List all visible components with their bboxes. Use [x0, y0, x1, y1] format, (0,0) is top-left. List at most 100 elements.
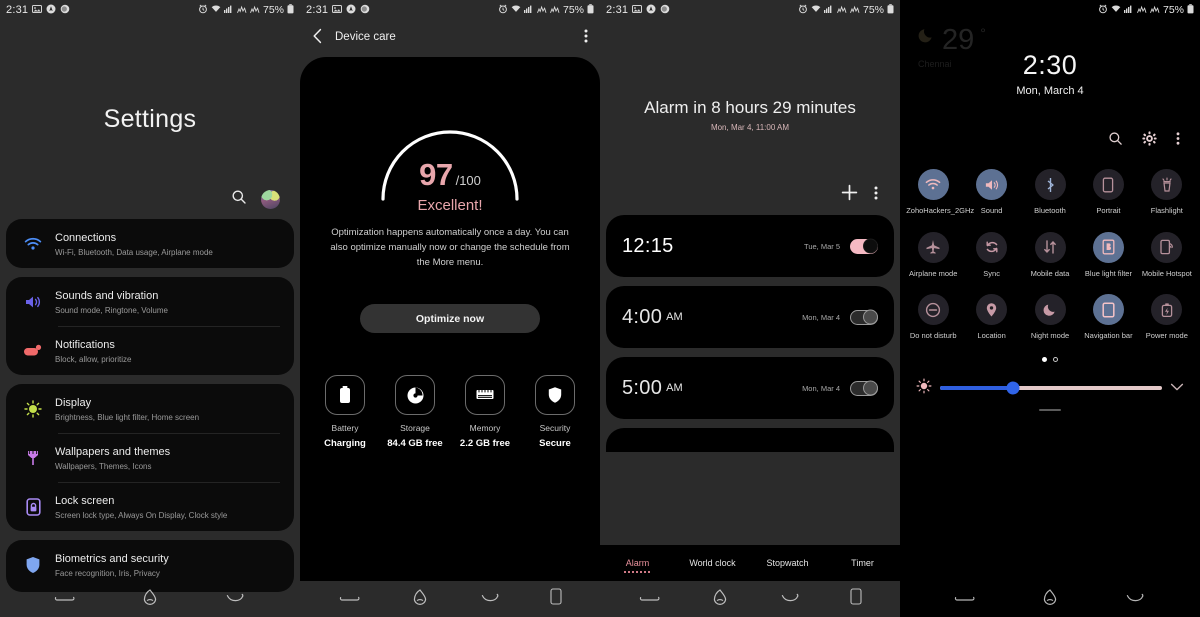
gear-icon[interactable]	[1142, 131, 1157, 151]
qs-toggle-sound[interactable]: Sound	[962, 169, 1020, 216]
device-care-score-label: Excellent!	[417, 197, 483, 214]
status-bar-left: 2:31	[606, 4, 670, 17]
back-icon[interactable]	[479, 590, 501, 609]
settings-item-subtitle: Sound mode, Ringtone, Volume	[55, 306, 168, 315]
tile-storage[interactable]: Storage 84.4 GB free	[380, 375, 450, 449]
alarm-toggle[interactable]	[850, 309, 878, 325]
recents-icon[interactable]	[954, 590, 976, 609]
signal-bars-icon	[1137, 4, 1147, 17]
rotation-icon	[1092, 169, 1124, 200]
back-chevron-icon[interactable]	[312, 28, 323, 47]
alarm-list-item[interactable]: 4:00 AM Mon, Mar 4	[606, 286, 894, 348]
search-icon[interactable]	[231, 189, 247, 210]
alarm-time: 5:00	[622, 376, 663, 399]
qs-toggle-night-mode[interactable]: Night mode	[1021, 294, 1079, 341]
tab-world-clock[interactable]: World clock	[675, 558, 750, 568]
signal-bars-icon	[537, 4, 547, 17]
hotspot-icon	[1151, 231, 1183, 263]
alarm-headline: Alarm in 8 hours 29 minutes	[644, 98, 856, 117]
brightness-slider[interactable]	[940, 381, 1162, 395]
qs-toggle-navigation-bar[interactable]: Navigation bar	[1079, 294, 1137, 341]
plus-icon[interactable]	[841, 184, 858, 206]
sidebar-item-connections[interactable]: Connections Wi-Fi, Bluetooth, Data usage…	[6, 219, 294, 268]
recents-icon[interactable]	[339, 590, 361, 609]
device-care-score-denominator: /100	[455, 173, 481, 188]
qs-toggle-do-not-disturb[interactable]: Do not disturb	[904, 294, 962, 341]
signal-bars2-icon	[550, 4, 560, 17]
phone-icon[interactable]	[549, 588, 562, 610]
signal-bars-icon	[237, 4, 247, 17]
home-icon[interactable]	[410, 588, 430, 611]
tile-battery[interactable]: Battery Charging	[310, 375, 380, 449]
home-icon[interactable]	[710, 588, 730, 611]
more-vertical-icon[interactable]	[1176, 131, 1180, 151]
recents-icon[interactable]	[54, 590, 76, 609]
profile-avatar[interactable]	[261, 190, 280, 209]
sidebar-item-notifications[interactable]: Notifications Block, allow, prioritize	[6, 326, 294, 375]
tile-label: Storage	[400, 423, 430, 433]
alarm-day: Mon, Mar 4	[802, 383, 840, 393]
brightness-slider-knob[interactable]	[1006, 381, 1020, 395]
sim-signal-icon	[1123, 4, 1134, 17]
qs-toggle-mobile-hotspot[interactable]: Mobile Hotspot	[1138, 231, 1196, 279]
alarm-toggle[interactable]	[850, 238, 878, 254]
wifi-icon	[211, 4, 221, 17]
sidebar-item-sounds-and-vibration[interactable]: Sounds and vibration Sound mode, Rington…	[6, 277, 294, 326]
qs-toggle-label: Mobile Hotspot	[1141, 268, 1192, 278]
alarm-day: Tue, Mar 5	[804, 241, 840, 251]
optimize-now-button[interactable]: Optimize now	[360, 304, 540, 333]
recents-icon[interactable]	[639, 590, 661, 609]
back-icon[interactable]	[1124, 590, 1146, 609]
page-dot[interactable]	[1053, 356, 1058, 362]
home-icon[interactable]	[140, 588, 160, 611]
phone-icon[interactable]	[849, 588, 862, 610]
tab-alarm[interactable]: Alarm	[600, 558, 675, 568]
sidebar-item-display[interactable]: Display Brightness, Blue light filter, H…	[6, 384, 294, 433]
navigation-bar	[300, 581, 600, 617]
back-icon[interactable]	[779, 590, 801, 609]
alarm-toggle[interactable]	[850, 380, 878, 396]
back-icon[interactable]	[224, 590, 246, 609]
more-vertical-icon[interactable]	[874, 185, 878, 206]
status-bar: 2:31 75%	[600, 0, 900, 20]
qs-toggle-wifi[interactable]: ZohoHackers_2GHz	[904, 169, 974, 216]
status-bar-right: 75%	[1098, 3, 1194, 17]
tile-memory[interactable]: Memory 2.2 GB free	[450, 375, 520, 449]
qs-toggle-portrait[interactable]: Portrait	[1079, 169, 1137, 216]
tab-timer[interactable]: Timer	[825, 558, 900, 568]
status-time: 2:31	[606, 4, 629, 16]
clock-date: Mon, March 4	[1016, 85, 1084, 97]
sidebar-item-wallpapers-and-themes[interactable]: Wallpapers and themes Wallpapers, Themes…	[6, 433, 294, 482]
tile-security[interactable]: Security Secure	[520, 375, 590, 449]
settings-item-subtitle: Wallpapers, Themes, Icons	[55, 462, 152, 471]
panel-clock: 2:31 75% Alarm in 8 hours 29 minutes Mon…	[600, 0, 900, 617]
settings-item-text: Display Brightness, Blue light filter, H…	[55, 393, 199, 424]
qs-toggle-power-mode[interactable]: Power mode	[1138, 294, 1196, 341]
signal-bars-icon	[837, 4, 847, 17]
qs-toggle-label: Flashlight	[1150, 206, 1183, 215]
alarm-list-item[interactable]: 12:15 AM Tue, Mar 5	[606, 215, 894, 277]
alarm-list-item[interactable]: 5:00 AM Mon, Mar 4	[606, 357, 894, 419]
battery-percent: 75%	[862, 4, 884, 16]
qs-toggle-label: Navigation bar	[1084, 331, 1133, 340]
wifi-icon	[811, 4, 821, 17]
score-text-wrap: 97/100 Excellent!	[375, 157, 525, 214]
page-dot-active[interactable]	[1042, 356, 1047, 362]
more-vertical-icon[interactable]	[584, 28, 588, 47]
qs-toggle-blue-light-filter[interactable]: Blue light filter	[1079, 231, 1137, 279]
qs-toggle-mobile-data[interactable]: Mobile data	[1021, 231, 1079, 279]
tab-stopwatch[interactable]: Stopwatch	[750, 558, 825, 568]
settings-item-subtitle: Face recognition, Iris, Privacy	[55, 569, 160, 578]
qs-toggle-bluetooth[interactable]: Bluetooth	[1021, 169, 1079, 216]
quick-settings-grid: ZohoHackers_2GHz Sound Bluetooth Portrai…	[900, 169, 1200, 341]
qs-toggle-airplane-mode[interactable]: Airplane mode	[904, 231, 962, 279]
qs-toggle-sync[interactable]: Sync	[962, 231, 1020, 279]
home-icon[interactable]	[1040, 588, 1060, 611]
chevron-down-icon[interactable]	[1170, 379, 1184, 397]
search-icon[interactable]	[1108, 131, 1123, 151]
alarm-list-item-partial[interactable]	[606, 428, 894, 452]
drag-handle[interactable]	[1039, 408, 1061, 411]
qs-toggle-flashlight[interactable]: Flashlight	[1138, 169, 1196, 216]
qs-toggle-location[interactable]: Location	[962, 294, 1020, 341]
sidebar-item-lock-screen[interactable]: Lock screen Screen lock type, Always On …	[6, 482, 294, 531]
